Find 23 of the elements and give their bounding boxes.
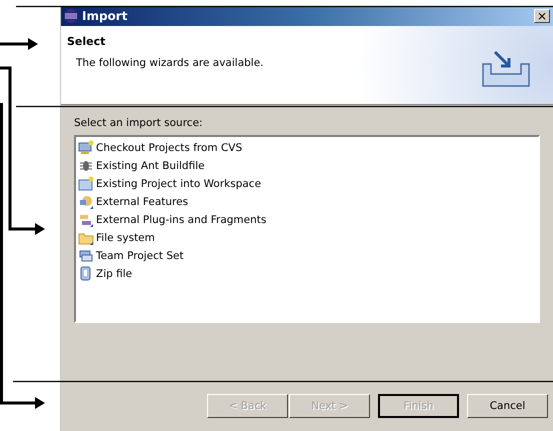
list-item[interactable]: Team Project Set — [78, 247, 536, 265]
item-icon — [78, 212, 94, 228]
page-title: Select — [67, 35, 106, 48]
list-item[interactable]: File system — [78, 229, 536, 247]
list-item[interactable]: Existing Ant Buildfile — [78, 157, 536, 175]
page-description: The following wizards are available. — [75, 57, 265, 69]
list-item[interactable]: Checkout Projects from CVS — [78, 139, 536, 157]
item-icon — [78, 248, 94, 264]
list-label: Select an import source: — [74, 117, 204, 129]
dialog-button[interactable]: Cancel — [467, 394, 548, 418]
window-title: Import — [82, 9, 128, 23]
annotation-arrow — [0, 38, 38, 50]
list-item[interactable]: External Plug-ins and Fragments — [78, 211, 536, 229]
item-icon — [78, 140, 94, 156]
item-icon — [78, 158, 94, 174]
item-icon — [78, 176, 94, 192]
list-item[interactable]: Zip file — [78, 265, 536, 283]
item-icon — [78, 194, 94, 210]
app-icon — [63, 8, 79, 24]
close-button[interactable]: × — [534, 9, 550, 23]
list-item[interactable]: External Features — [78, 193, 536, 211]
import-icon — [481, 50, 533, 90]
list-item[interactable]: Existing Project into Workspace — [78, 175, 536, 193]
